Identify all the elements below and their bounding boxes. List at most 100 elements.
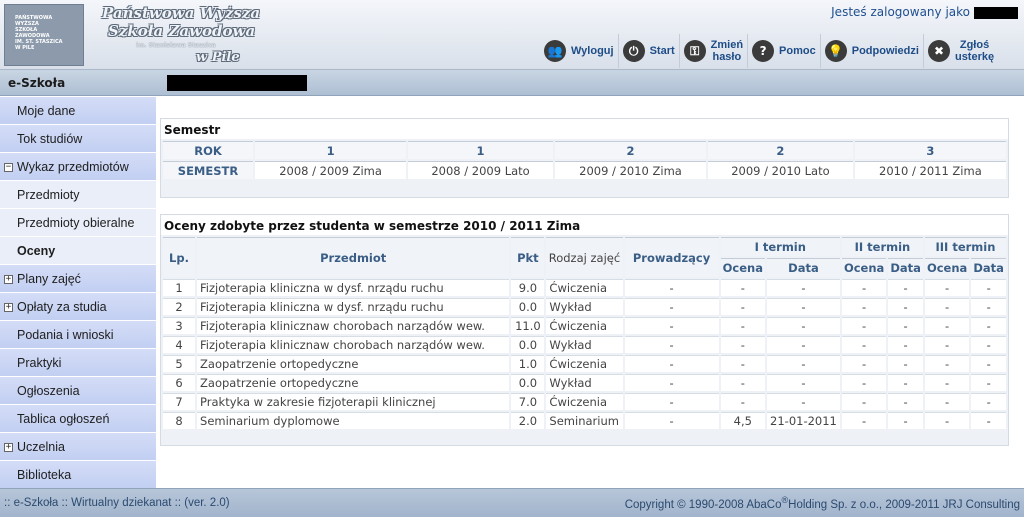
cell-d2: - [888, 298, 923, 315]
sidebar-item-8[interactable]: Podania i wnioski [0, 321, 156, 349]
key-icon: ⚿ [683, 40, 706, 62]
collapse-icon[interactable]: − [4, 163, 13, 172]
col-ocena3: Ocena [924, 258, 970, 277]
sidebar-item-6[interactable]: + Plany zajęć [0, 265, 156, 293]
cell-o3: - [924, 412, 970, 429]
toolbar-button-label: Podpowiedzi [851, 45, 919, 57]
cell-o2: - [841, 393, 887, 410]
logo-line: w Pile [15, 45, 35, 51]
copyright-pre: Copyright © 1990-2008 AbaCo [624, 498, 782, 511]
login-info: Jesteś zalogowany jako [831, 5, 1018, 19]
toolbar-button-5[interactable]: ✖ Zgłoś usterkę [924, 34, 998, 68]
cell-rodzaj: Ćwiczenia [546, 393, 623, 410]
toolbar-button-3[interactable]: ? Pomoc [748, 34, 821, 68]
cell-d2: - [888, 355, 923, 372]
cell-d1: - [767, 374, 840, 391]
cell-o3: - [924, 336, 970, 353]
semester-rok-cell: 3 [854, 141, 1006, 159]
copyright-post: Holding Sp. z o.o., 2009-2011 JRJ Consul… [788, 498, 1020, 511]
cell-prow: - [624, 279, 719, 296]
sidebar-item-4[interactable]: Przedmioty obieralne [0, 209, 156, 237]
toolbar-button-label: Pomoc [779, 45, 816, 57]
table-row: 8 Seminarium dyplomowe 2.0 Seminarium -4,5 21… [163, 412, 1006, 429]
table-row: 6 Zaopatrzenie ortopedyczne 0.0 Wykład - - - - -… [163, 374, 1006, 391]
expand-icon[interactable]: + [4, 275, 13, 284]
cell-o3: - [924, 393, 970, 410]
tools-icon: ✖ [927, 40, 950, 62]
toolbar-button-label: Start [649, 45, 675, 57]
cell-d2: - [888, 393, 923, 410]
semester-link[interactable]: 2009 / 2010 Lato [708, 161, 853, 179]
power-icon: ⏻ [622, 40, 645, 62]
cell-pkt: 9.0 [511, 279, 545, 296]
sidebar-item-3[interactable]: Przedmioty [0, 181, 156, 209]
cell-przedmiot: Zaopatrzenie ortopedyczne [197, 374, 510, 391]
sidebar: Moje dane Tok studiów − Wykaz przedmiotów Pr… [0, 97, 156, 489]
cell-rodzaj: Wykład [546, 336, 623, 353]
cell-o1: 4,5 [720, 412, 765, 429]
cell-rodzaj: Ćwiczenia [546, 279, 623, 296]
cell-d1: 21-01-2011 [767, 412, 840, 429]
sidebar-item-label: Przedmioty [17, 188, 80, 202]
cell-lp: 8 [163, 412, 196, 429]
semester-link[interactable]: 2009 / 2010 Zima [554, 161, 707, 179]
sidebar-item-1[interactable]: Tok studiów [0, 125, 156, 153]
cell-pkt: 7.0 [511, 393, 545, 410]
cell-d3: - [971, 336, 1006, 353]
cell-rodzaj: Wykład [546, 374, 623, 391]
toolbar-button-0[interactable]: 👥 Wyloguj [540, 34, 619, 68]
cell-rodzaj: Ćwiczenia [546, 355, 623, 372]
cell-d2: - [888, 374, 923, 391]
sidebar-item-7[interactable]: + Opłaty za studia [0, 293, 156, 321]
toolbar-button-1[interactable]: ⏻ Start [619, 34, 680, 68]
cell-rodzaj: Ćwiczenia [546, 317, 623, 334]
cell-pkt: 0.0 [511, 298, 545, 315]
semester-table: ROK 11223 SEMESTR 2008 / 2009 Zima 2008 /… [161, 139, 1008, 181]
toolbar-button-2[interactable]: ⚿ Zmień hasło [680, 34, 749, 68]
table-row: 2 Fizjoterapia kliniczna w dysf. nrządu r… [163, 298, 1006, 315]
col-pkt: Pkt [511, 237, 545, 277]
sidebar-item-5[interactable]: Oceny [0, 237, 156, 265]
cell-lp: 6 [163, 374, 196, 391]
login-text: Jesteś zalogowany jako [831, 5, 970, 19]
cell-przedmiot: Seminarium dyplomowe [197, 412, 510, 429]
cell-o3: - [924, 355, 970, 372]
cell-o2: - [841, 355, 887, 372]
footer: :: e-Szkoła :: Wirtualny dziekanat :: (v… [0, 488, 1024, 517]
cell-o3: - [924, 279, 970, 296]
grades-body: 1 Fizjoterapia kliniczna w dysf. nrządu r… [163, 279, 1006, 429]
sidebar-item-label: Tablica ogłoszeń [17, 412, 110, 426]
col-lp: Lp. [163, 237, 196, 277]
footer-left: :: e-Szkoła :: Wirtualny dziekanat :: (v… [4, 497, 230, 509]
school-name-line3: im. Stanisława Staszica [136, 42, 216, 49]
semester-link[interactable]: 2008 / 2009 Lato [408, 161, 553, 179]
sidebar-item-9[interactable]: Praktyki [0, 349, 156, 377]
semester-link[interactable]: 2010 / 2011 Zima [854, 161, 1006, 179]
sidebar-item-2[interactable]: − Wykaz przedmiotów [0, 153, 156, 181]
cell-prow: - [624, 412, 719, 429]
semester-link[interactable]: 2008 / 2009 Zima [255, 161, 407, 179]
expand-icon[interactable]: + [4, 443, 13, 452]
cell-o1: - [720, 279, 765, 296]
cell-rodzaj: Seminarium [546, 412, 623, 429]
grades-title: Oceny zdobyte przez studenta w semestrze… [161, 215, 1008, 235]
sidebar-item-11[interactable]: Tablica ogłoszeń [0, 405, 156, 433]
toolbar: 👥 Wyloguj ⏻ Start ⚿ Zmień hasło? Pomoc 💡 Podpowi… [540, 34, 998, 68]
sidebar-item-0[interactable]: Moje dane [0, 97, 156, 125]
sidebar-item-10[interactable]: Ogłoszenia [0, 377, 156, 405]
redacted-username [974, 6, 1018, 19]
help-icon: ? [752, 40, 775, 62]
sidebar-item-label: Wykaz przedmiotów [17, 160, 129, 174]
table-row: 1 Fizjoterapia kliniczna w dysf. nrządu r… [163, 279, 1006, 296]
cell-o2: - [841, 279, 887, 296]
cell-lp: 1 [163, 279, 196, 296]
cell-przedmiot: Zaopatrzenie ortopedyczne [197, 355, 510, 372]
cell-o2: - [841, 412, 887, 429]
sidebar-item-13[interactable]: Biblioteka [0, 461, 156, 489]
grades-panel: Oceny zdobyte przez studenta w semestrze… [160, 214, 1009, 446]
sidebar-item-12[interactable]: + Uczelnia [0, 433, 156, 461]
toolbar-button-4[interactable]: 💡 Podpowiedzi [821, 34, 924, 68]
semester-rok-cell: 1 [255, 141, 407, 159]
expand-icon[interactable]: + [4, 303, 13, 312]
sidebar-item-label: Oceny [17, 244, 56, 258]
